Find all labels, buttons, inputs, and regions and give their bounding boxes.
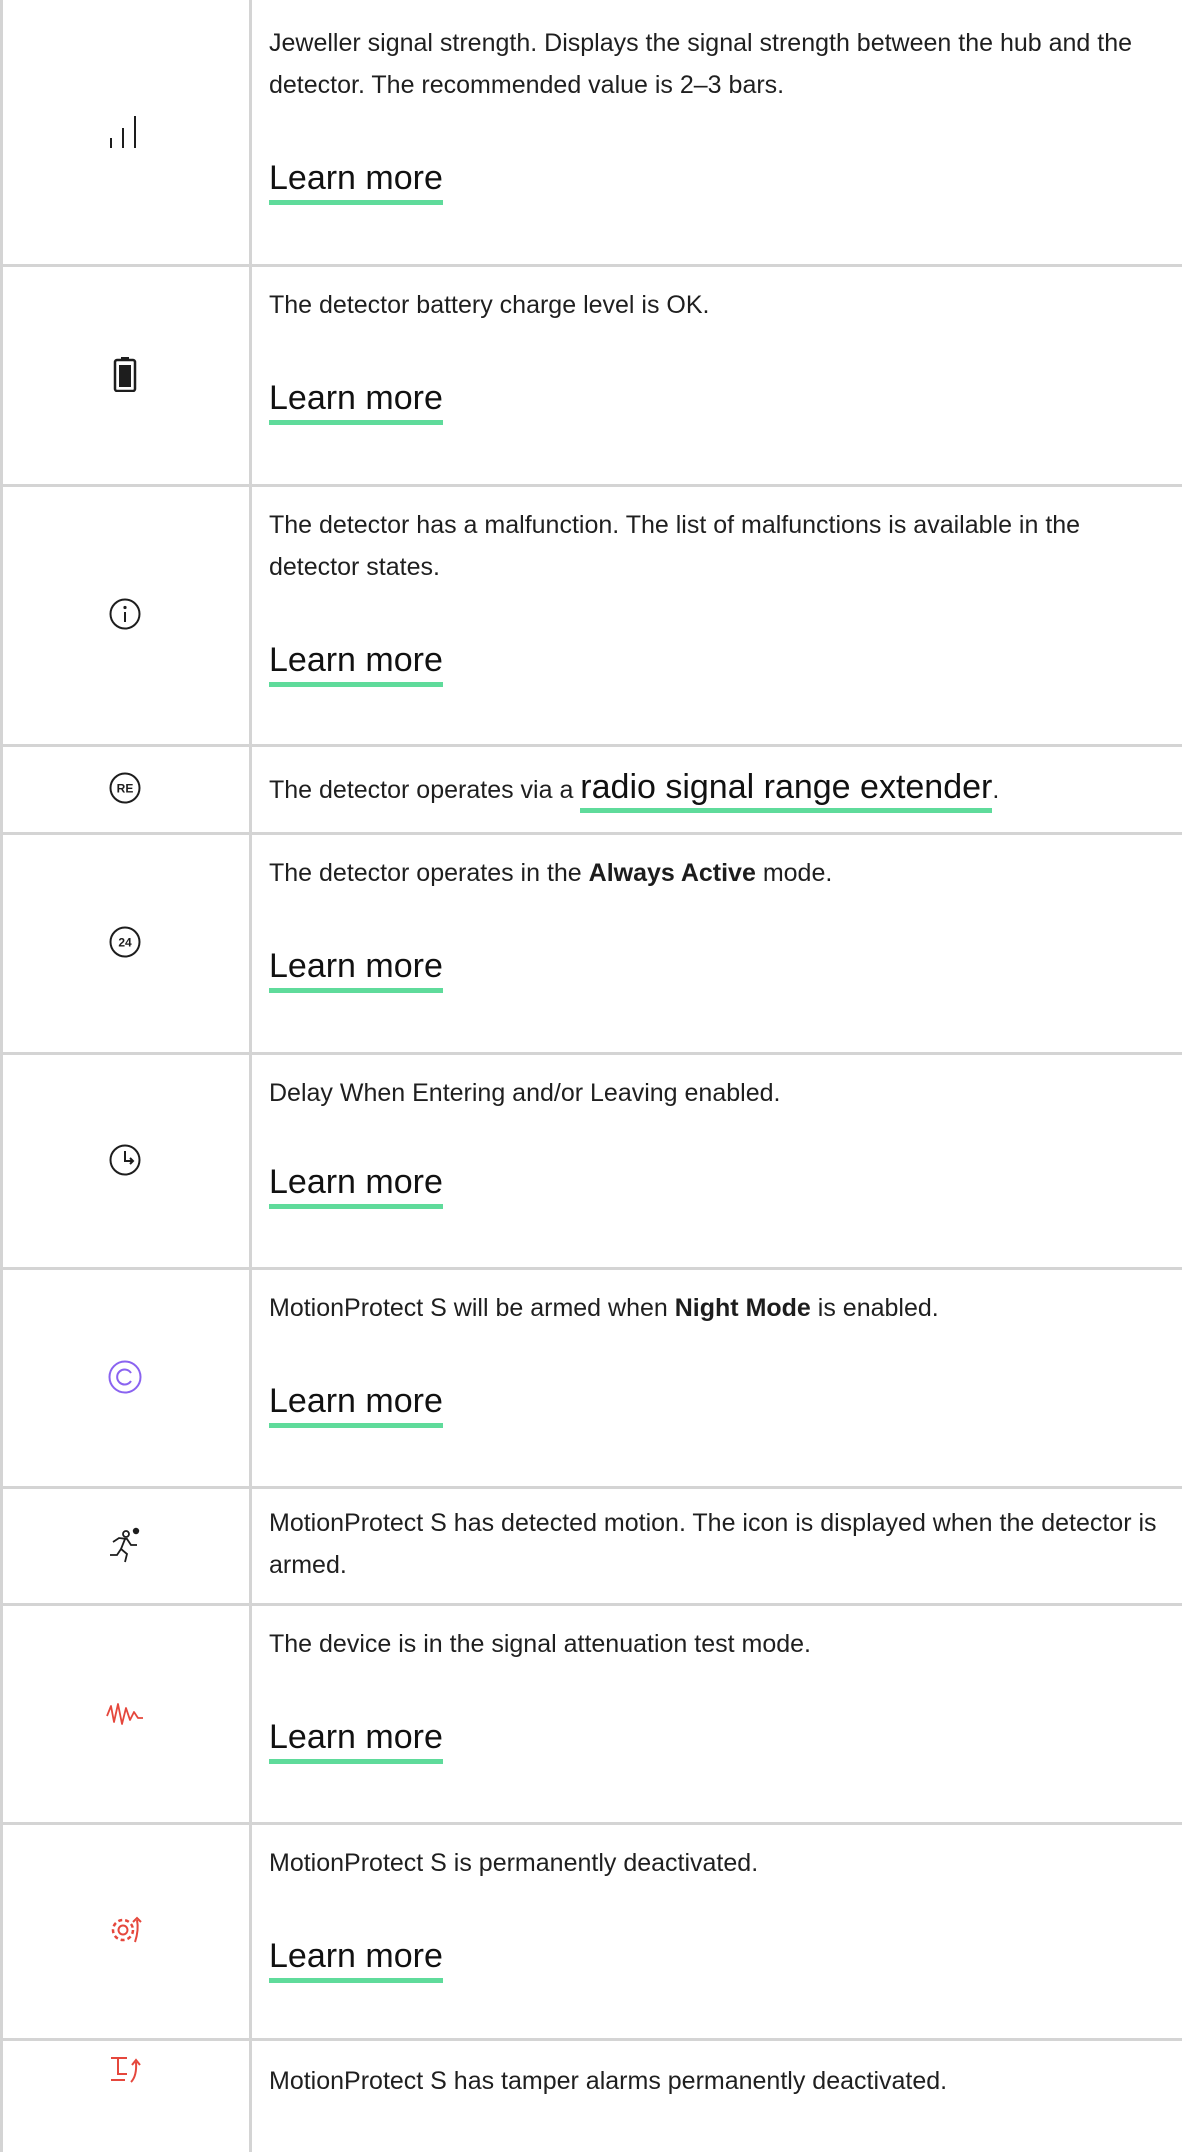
battery-icon: [113, 356, 137, 392]
row-description: The device is in the signal attenuation …: [269, 1623, 1169, 1665]
row-description: MotionProtect S has detected motion. The…: [269, 1502, 1169, 1586]
row-description: The detector battery charge level is OK.: [269, 284, 1169, 326]
tamper-deactivated-icon: [105, 2054, 145, 2090]
info-icon: [108, 597, 142, 631]
description-text: MotionProtect S has detected motion. The…: [269, 1509, 1157, 1579]
text-before-bold: The detector operates in the: [269, 859, 589, 887]
table-row: MotionProtect S will be armed when Night…: [0, 1267, 1182, 1486]
signal-strength-icon: [107, 114, 143, 150]
permanently-deactivated-icon: [105, 1910, 145, 1950]
row-description: Delay When Entering and/or Leaving enabl…: [269, 1072, 1169, 1114]
row-description: The detector operates in the Always Acti…: [269, 852, 1169, 894]
table-row: The detector battery charge level is OK.…: [0, 264, 1182, 484]
svg-text:RE: RE: [117, 782, 134, 796]
description-text: The device is in the signal attenuation …: [269, 1630, 811, 1658]
description-text: MotionProtect S has tamper alarms perman…: [269, 2067, 948, 2095]
description-text: The detector operates in the Always Acti…: [269, 852, 1169, 894]
text-after-link: .: [992, 776, 1000, 804]
description-text: The detector has a malfunction. The list…: [269, 511, 1081, 581]
icon-cell: [0, 1267, 250, 1486]
icon-cell: [0, 1822, 250, 2038]
icon-cell: RE: [0, 744, 250, 832]
night-mode-icon: [107, 1359, 143, 1395]
row-description: Jeweller signal strength. Displays the s…: [269, 22, 1169, 106]
learn-more-link[interactable]: Learn more: [269, 1717, 443, 1764]
learn-more-link[interactable]: Learn more: [269, 946, 443, 993]
description-text: Jeweller signal strength. Displays the s…: [269, 29, 1133, 99]
icon-cell: [0, 1486, 250, 1603]
range-extender-icon: RE: [108, 771, 142, 805]
icon-cell: [0, 264, 250, 484]
row-description: The detector has a malfunction. The list…: [269, 504, 1169, 588]
table-row: MotionProtect S has detected motion. The…: [0, 1486, 1182, 1603]
text-after-bold: is enabled.: [810, 1294, 939, 1322]
description-text: Delay When Entering and/or Leaving enabl…: [269, 1079, 781, 1107]
learn-more-link[interactable]: Learn more: [269, 378, 443, 425]
mode-name: Always Active: [588, 859, 756, 887]
delay-clock-icon: [108, 1143, 142, 1177]
svg-text:24: 24: [118, 936, 132, 950]
table-row: RE The detector operates via a radio sig…: [0, 744, 1182, 832]
table-row: The detector has a malfunction. The list…: [0, 484, 1182, 744]
description-text: MotionProtect S is permanently deactivat…: [269, 1849, 759, 1877]
learn-more-link[interactable]: Learn more: [269, 1381, 443, 1428]
icons-table: Jeweller signal strength. Displays the s…: [0, 0, 1182, 2152]
row-description: MotionProtect S will be armed when Night…: [269, 1287, 1169, 1329]
row-description: The detector operates via a radio signal…: [269, 766, 1169, 813]
table-row: The device is in the signal attenuation …: [0, 1603, 1182, 1822]
icon-cell: [0, 484, 250, 744]
row-description: MotionProtect S has tamper alarms perman…: [269, 2060, 1169, 2102]
icon-cell: 24: [0, 832, 250, 1052]
motion-detected-icon: [105, 1525, 145, 1565]
description-text: The detector operates via a radio signal…: [269, 766, 1169, 813]
learn-more-link[interactable]: Learn more: [269, 1162, 443, 1209]
mode-name: Night Mode: [674, 1294, 811, 1322]
signal-attenuation-icon: [105, 1698, 145, 1728]
description-text: The detector battery charge level is OK.: [269, 291, 710, 319]
range-extender-link[interactable]: radio signal range extender: [580, 768, 993, 813]
icon-cell: [0, 0, 250, 264]
description-text: MotionProtect S will be armed when Night…: [269, 1287, 1169, 1329]
learn-more-link[interactable]: Learn more: [269, 158, 443, 205]
table-row: MotionProtect S has tamper alarms perman…: [0, 2038, 1182, 2152]
text-after-bold: mode.: [755, 859, 833, 887]
text-before-bold: MotionProtect S will be armed when: [269, 1294, 675, 1322]
icon-cell: [0, 2038, 250, 2152]
always-active-24-icon: 24: [108, 925, 142, 959]
icon-cell: [0, 1052, 250, 1267]
table-row: Delay When Entering and/or Leaving enabl…: [0, 1052, 1182, 1267]
text-before-link: The detector operates via a: [269, 776, 581, 804]
icon-cell: [0, 1603, 250, 1822]
learn-more-link[interactable]: Learn more: [269, 640, 443, 687]
learn-more-link[interactable]: Learn more: [269, 1936, 443, 1983]
table-row: MotionProtect S is permanently deactivat…: [0, 1822, 1182, 2038]
table-row: 24 The detector operates in the Always A…: [0, 832, 1182, 1052]
row-description: MotionProtect S is permanently deactivat…: [269, 1842, 1169, 1884]
table-row: Jeweller signal strength. Displays the s…: [0, 0, 1182, 264]
